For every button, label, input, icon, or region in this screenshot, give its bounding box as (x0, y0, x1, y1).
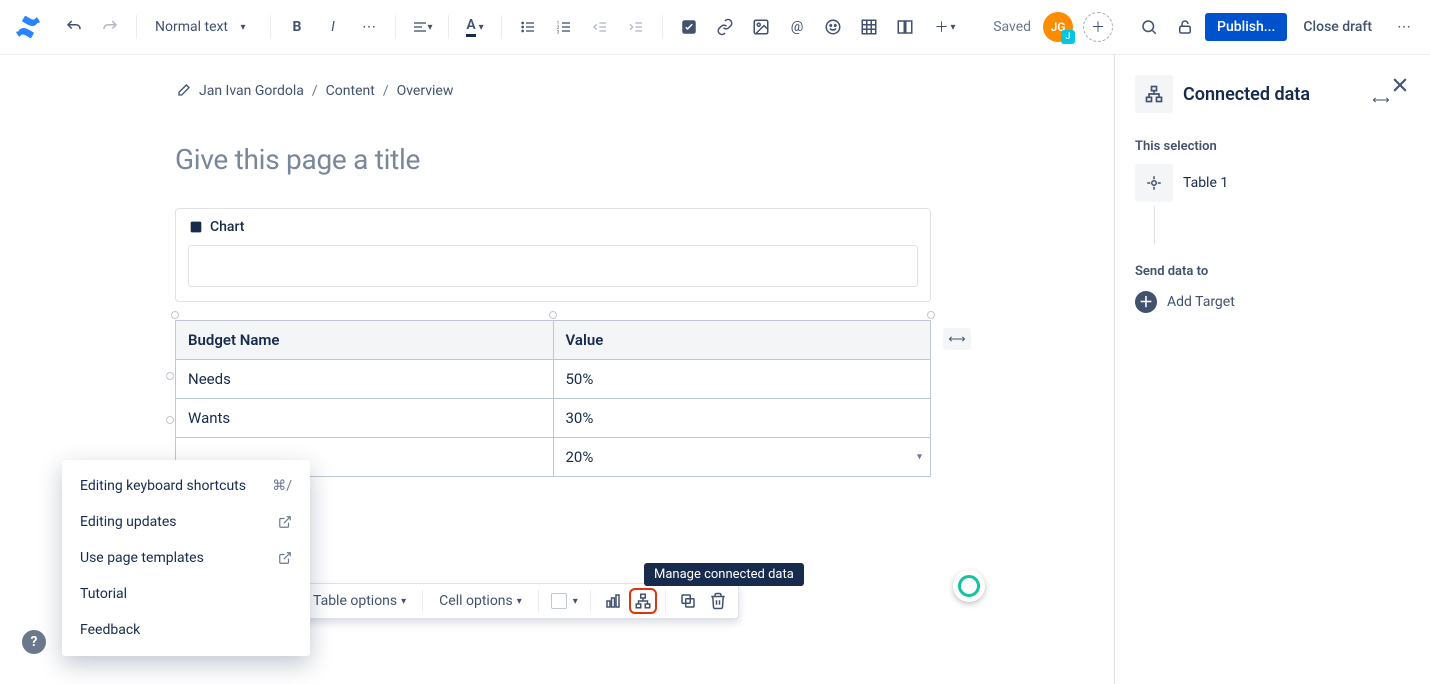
undo-button[interactable] (58, 11, 90, 43)
italic-button[interactable]: I (317, 11, 349, 43)
indent-button[interactable] (620, 11, 652, 43)
chart-icon (188, 219, 204, 235)
editor-toolbar: Normal text ▾ B I ⋯ ▾ A ▾ 123 @ (0, 0, 1430, 55)
table-cell[interactable]: Wants (176, 399, 554, 438)
chart-placeholder[interactable] (188, 245, 918, 287)
table-header-row: Budget Name Value (176, 321, 931, 360)
table-cell[interactable]: 30% (553, 399, 931, 438)
restrictions-button[interactable] (1169, 11, 1201, 43)
more-formatting-button[interactable]: ⋯ (353, 11, 385, 43)
mention-button[interactable]: @ (781, 11, 813, 43)
breadcrumb-item[interactable]: Content (326, 83, 375, 99)
table-header-cell[interactable]: Budget Name (176, 321, 554, 360)
presence-badge: J (1061, 30, 1075, 44)
connector-line (1154, 206, 1155, 244)
numbered-list-button[interactable]: 123 (548, 11, 580, 43)
text-style-label: Normal text (155, 19, 228, 35)
table-button[interactable] (853, 11, 885, 43)
table-header-cell[interactable]: Value (553, 321, 931, 360)
help-menu-item[interactable]: Use page templates (62, 540, 310, 576)
external-link-icon (278, 515, 292, 529)
chart-macro-block[interactable]: Chart (175, 208, 931, 302)
move-page-icon[interactable] (175, 83, 191, 99)
help-menu-item[interactable]: Editing keyboard shortcuts ⌘/ (62, 468, 310, 504)
help-menu-item[interactable]: Feedback (62, 612, 310, 648)
add-target-button[interactable]: ＋ Add Target (1135, 291, 1408, 313)
align-dropdown[interactable]: ▾ (406, 11, 438, 43)
insert-dropdown[interactable]: ＋▾ (925, 11, 965, 43)
selection-label: Table 1 (1183, 175, 1228, 191)
action-item-button[interactable] (673, 11, 705, 43)
data-table[interactable]: Budget Name Value Needs 50% Wants 30% (175, 320, 931, 477)
more-actions-button[interactable]: ⋯ (1388, 11, 1420, 43)
section-heading: This selection (1135, 139, 1408, 154)
help-menu-item[interactable]: Tutorial (62, 576, 310, 612)
table-cell[interactable]: 50% (553, 360, 931, 399)
saved-status: Saved (993, 19, 1031, 35)
breadcrumb-item[interactable]: Overview (397, 83, 454, 99)
insert-chart-button[interactable] (599, 588, 627, 614)
copy-table-button[interactable] (674, 588, 702, 614)
invite-button[interactable]: ＋ (1083, 12, 1113, 42)
table-row: Wants 30% (176, 399, 931, 438)
breadcrumb-item[interactable]: Jan Ivan Gordola (199, 83, 304, 99)
grammarly-badge[interactable] (953, 570, 985, 602)
chevron-down-icon[interactable]: ▾ (917, 452, 922, 463)
emoji-button[interactable] (817, 11, 849, 43)
avatar[interactable]: JG J (1043, 12, 1073, 42)
text-color-button[interactable]: A ▾ (459, 11, 491, 43)
table-row: Needs 50% (176, 360, 931, 399)
plus-icon: ＋ (1135, 291, 1157, 313)
chevron-down-icon: ▾ (573, 596, 578, 607)
chevron-down-icon: ▾ (951, 22, 956, 33)
hierarchy-icon (1135, 75, 1173, 113)
expand-table-icon[interactable]: ⟷ (943, 328, 971, 350)
panel-title: Connected data (1183, 84, 1310, 105)
close-draft-button[interactable]: Close draft (1291, 13, 1384, 41)
help-menu: Editing keyboard shortcuts ⌘/ Editing up… (62, 460, 310, 656)
link-button[interactable] (709, 11, 741, 43)
table-cell[interactable]: Needs (176, 360, 554, 399)
table-cell[interactable]: 20% ▾ (553, 438, 931, 477)
confluence-logo (16, 15, 40, 39)
data-table-wrapper: ⟷ Budget Name Value Needs 50% (175, 320, 931, 477)
external-link-icon (278, 551, 292, 565)
connected-data-panel: Connected data This selection Table 1 Se… (1114, 55, 1430, 684)
bullet-list-button[interactable] (512, 11, 544, 43)
search-button[interactable] (1133, 11, 1165, 43)
redo-button[interactable] (94, 11, 126, 43)
chevron-down-icon: ▾ (517, 596, 522, 607)
section-heading: Send data to (1135, 264, 1408, 279)
chevron-down-icon: ▾ (401, 596, 406, 607)
chevron-down-icon: ▾ (428, 22, 433, 33)
table-options-dropdown[interactable]: Table options ▾ (305, 589, 414, 613)
publish-button[interactable]: Publish... (1205, 13, 1287, 41)
color-swatch (551, 593, 567, 609)
layouts-button[interactable] (889, 11, 921, 43)
chart-label: Chart (210, 219, 244, 235)
manage-connected-data-button[interactable] (629, 588, 657, 614)
image-button[interactable] (745, 11, 777, 43)
svg-text:3: 3 (557, 30, 560, 35)
chevron-down-icon: ▾ (234, 22, 252, 33)
outdent-button[interactable] (584, 11, 616, 43)
delete-table-button[interactable] (704, 588, 732, 614)
help-button[interactable]: ? (22, 630, 46, 654)
chevron-down-icon: ▾ (479, 22, 484, 33)
close-panel-button[interactable] (1390, 75, 1410, 95)
breadcrumb: Jan Ivan Gordola / Content / Overview ⟷ (175, 83, 935, 99)
add-target-label: Add Target (1167, 294, 1235, 310)
help-menu-item[interactable]: Editing updates (62, 504, 310, 540)
cell-options-dropdown[interactable]: Cell options ▾ (431, 589, 530, 613)
tooltip: Manage connected data (644, 563, 804, 586)
bold-button[interactable]: B (281, 11, 313, 43)
cell-background-dropdown[interactable]: ▾ (547, 589, 582, 613)
editor-column: Jan Ivan Gordola / Content / Overview ⟷ … (0, 55, 1114, 684)
table-floating-toolbar: Table options ▾ Cell options ▾ ▾ (298, 583, 739, 619)
text-style-dropdown[interactable]: Normal text ▾ (147, 13, 260, 41)
page-title-input[interactable]: Give this page a title (175, 143, 935, 176)
target-icon (1135, 164, 1173, 202)
selection-item[interactable]: Table 1 (1135, 164, 1408, 202)
